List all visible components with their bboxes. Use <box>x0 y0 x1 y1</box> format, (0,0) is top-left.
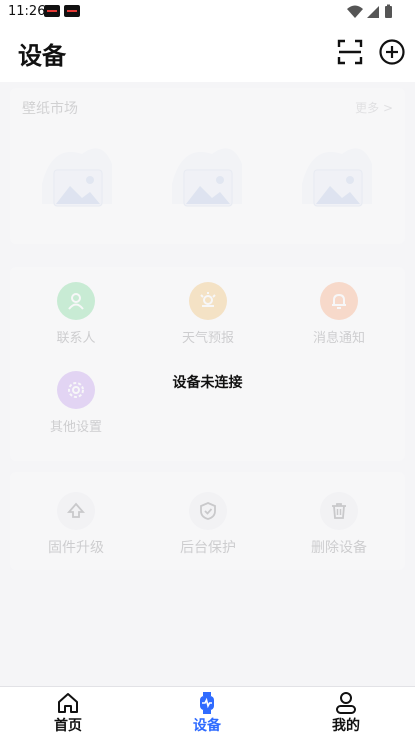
nav-label: 我的 <box>332 718 360 734</box>
device-features-card: 联系人 天气预报 消息通知 其他设置 <box>10 267 405 461</box>
nav-home[interactable]: 首页 <box>18 691 118 735</box>
bottom-navigation: 首页 设备 我的 <box>0 686 415 738</box>
firmware-upgrade-button[interactable]: 固件升级 <box>21 492 131 557</box>
nav-label: 设备 <box>193 718 221 734</box>
trash-icon <box>320 492 358 530</box>
feature-label: 消息通知 <box>312 331 365 346</box>
feature-label: 其他设置 <box>49 420 102 435</box>
wallpaper-placeholder-image[interactable] <box>32 134 122 218</box>
wallpaper-market-title: 壁纸市场 <box>22 101 78 117</box>
shield-icon <box>189 492 227 530</box>
wallpaper-placeholder-image[interactable] <box>292 134 382 218</box>
scan-button[interactable] <box>336 38 364 66</box>
feature-label: 联系人 <box>56 331 96 346</box>
nav-device[interactable]: 设备 <box>157 691 257 735</box>
status-indicators <box>347 4 392 18</box>
scan-icon <box>337 39 363 65</box>
device-disconnected-message: 设备未连接 <box>172 375 243 391</box>
add-device-button[interactable] <box>378 38 406 66</box>
operation-label: 固件升级 <box>48 540 104 556</box>
watch-icon <box>200 692 214 714</box>
app-notification-icon <box>64 5 80 17</box>
app-header: 设备 <box>0 24 415 82</box>
status-bar: 11:26 <box>0 0 415 24</box>
wallpaper-placeholder-image[interactable] <box>162 134 252 218</box>
operation-label: 后台保护 <box>180 540 236 556</box>
app-notification-icon <box>44 5 60 17</box>
feature-weather[interactable]: 天气预报 <box>158 282 258 346</box>
status-time: 11:26 <box>8 4 46 19</box>
nav-profile[interactable]: 我的 <box>296 691 396 735</box>
weather-icon <box>189 282 227 320</box>
feature-label: 天气预报 <box>181 331 234 346</box>
operation-label: 删除设备 <box>311 540 367 556</box>
wallpaper-more-link[interactable]: 更多 > <box>355 99 393 116</box>
battery-icon <box>385 6 392 18</box>
bell-icon <box>320 282 358 320</box>
wifi-icon <box>347 5 363 18</box>
background-protection-button[interactable]: 后台保护 <box>153 492 263 557</box>
page-title: 设备 <box>18 42 66 70</box>
wallpaper-market-card: 壁纸市场 更多 > <box>10 88 405 244</box>
upgrade-icon <box>57 492 95 530</box>
feature-contacts[interactable]: 联系人 <box>26 282 126 346</box>
home-icon <box>58 693 78 713</box>
delete-device-button[interactable]: 删除设备 <box>284 492 394 557</box>
add-circle-icon <box>379 39 405 65</box>
contact-icon <box>57 282 95 320</box>
signal-icon <box>367 6 379 18</box>
nav-label: 首页 <box>54 718 82 734</box>
feature-notifications[interactable]: 消息通知 <box>289 282 389 346</box>
device-operations-card: 固件升级 后台保护 删除设备 <box>10 472 405 570</box>
profile-icon <box>336 692 356 714</box>
